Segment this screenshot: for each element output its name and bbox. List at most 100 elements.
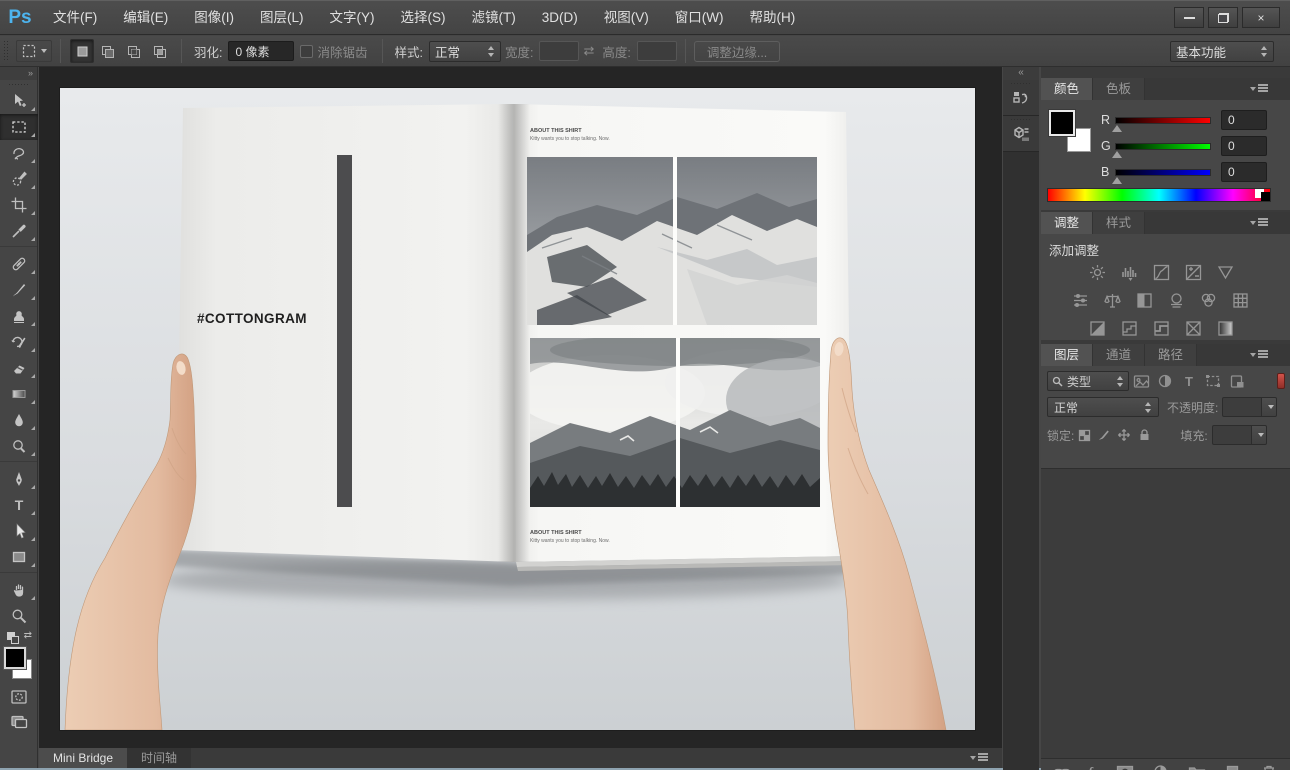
tab-mini-bridge[interactable]: Mini Bridge bbox=[39, 748, 127, 768]
history-brush-tool[interactable] bbox=[0, 329, 38, 355]
link-layers-button[interactable] bbox=[1052, 763, 1072, 770]
layer-filter-type-select[interactable]: 类型 bbox=[1047, 371, 1129, 391]
toolbar-grip[interactable] bbox=[8, 83, 30, 86]
new-layer-button[interactable] bbox=[1223, 763, 1243, 770]
new-group-button[interactable] bbox=[1187, 763, 1207, 770]
gradient-map-icon[interactable] bbox=[1215, 318, 1236, 339]
eyedropper-tool[interactable] bbox=[0, 218, 38, 244]
smart-object-filter-icon[interactable] bbox=[1227, 372, 1247, 390]
gradient-tool[interactable] bbox=[0, 381, 38, 407]
green-slider[interactable] bbox=[1115, 143, 1211, 150]
close-button[interactable]: × bbox=[1242, 7, 1280, 28]
dock-collapse-button[interactable]: « bbox=[1003, 67, 1039, 80]
shape-layer-filter-icon[interactable] bbox=[1203, 372, 1223, 390]
fill-input[interactable] bbox=[1212, 425, 1252, 445]
lock-all-icon[interactable] bbox=[1136, 427, 1152, 443]
tab-paths[interactable]: 路径 bbox=[1145, 344, 1197, 366]
menu-filter[interactable]: 滤镜(T) bbox=[459, 1, 529, 34]
foreground-color-swatch[interactable] bbox=[1049, 110, 1075, 136]
blue-slider[interactable] bbox=[1115, 169, 1211, 176]
rectangle-tool[interactable] bbox=[0, 544, 38, 570]
swap-colors-mini[interactable]: ⇄ bbox=[0, 629, 38, 645]
blur-tool[interactable] bbox=[0, 407, 38, 433]
lock-transparency-icon[interactable] bbox=[1076, 427, 1092, 443]
swap-dimensions-icon[interactable]: ⇄ bbox=[583, 43, 594, 59]
screen-mode-button[interactable] bbox=[0, 709, 38, 735]
adjustments-panel-menu-icon[interactable] bbox=[1250, 217, 1268, 229]
fill-dropdown-button[interactable] bbox=[1252, 425, 1267, 445]
layers-list[interactable] bbox=[1041, 468, 1290, 758]
menu-view[interactable]: 视图(V) bbox=[591, 1, 662, 34]
opacity-dropdown-button[interactable] bbox=[1262, 397, 1277, 417]
menu-layer[interactable]: 图层(L) bbox=[247, 1, 317, 34]
blue-slider-thumb[interactable] bbox=[1112, 177, 1122, 184]
eraser-tool[interactable] bbox=[0, 355, 38, 381]
levels-icon[interactable] bbox=[1119, 262, 1140, 283]
zoom-tool[interactable] bbox=[0, 603, 38, 629]
foreground-color-swatch[interactable] bbox=[4, 647, 26, 669]
color-panel-swatches[interactable] bbox=[1049, 110, 1095, 156]
pixel-layer-filter-icon[interactable] bbox=[1131, 372, 1151, 390]
layer-filter-toggle[interactable] bbox=[1277, 373, 1285, 389]
workspace-select[interactable]: 基本功能 bbox=[1170, 41, 1274, 62]
tab-swatches[interactable]: 色板 bbox=[1093, 78, 1145, 100]
antialias-checkbox[interactable] bbox=[300, 45, 313, 58]
move-tool[interactable] bbox=[0, 88, 38, 114]
exposure-icon[interactable] bbox=[1183, 262, 1204, 283]
channel-mixer-icon[interactable] bbox=[1198, 290, 1219, 311]
minimize-button[interactable] bbox=[1174, 7, 1204, 28]
brightness-contrast-icon[interactable] bbox=[1087, 262, 1108, 283]
menu-3d[interactable]: 3D(D) bbox=[529, 1, 591, 34]
black-white-icon[interactable] bbox=[1134, 290, 1155, 311]
green-slider-thumb[interactable] bbox=[1112, 151, 1122, 158]
opacity-combo[interactable] bbox=[1222, 397, 1277, 417]
curves-icon[interactable] bbox=[1151, 262, 1172, 283]
color-balance-icon[interactable] bbox=[1102, 290, 1123, 311]
width-input[interactable] bbox=[539, 41, 579, 61]
height-input[interactable] bbox=[637, 41, 677, 61]
black-quick-swatch[interactable] bbox=[1261, 192, 1270, 201]
fill-combo[interactable] bbox=[1212, 425, 1267, 445]
menu-file[interactable]: 文件(F) bbox=[40, 1, 110, 34]
adjustment-layer-filter-icon[interactable] bbox=[1155, 372, 1175, 390]
tab-styles[interactable]: 样式 bbox=[1093, 212, 1145, 234]
properties-panel-button[interactable] bbox=[1003, 116, 1039, 152]
opacity-input[interactable] bbox=[1222, 397, 1262, 417]
toolbar-collapse-button[interactable]: » bbox=[0, 67, 37, 80]
add-selection-mode-button[interactable] bbox=[96, 39, 120, 63]
foreground-background-colors[interactable] bbox=[0, 645, 38, 685]
lock-position-icon[interactable] bbox=[1116, 427, 1132, 443]
spot-healing-brush-tool[interactable] bbox=[0, 251, 38, 277]
restore-button[interactable] bbox=[1208, 7, 1238, 28]
quick-selection-tool[interactable] bbox=[0, 166, 38, 192]
document-canvas[interactable]: #COTTONGRAM ABOUT THIS SHIRT Kitty wants… bbox=[60, 88, 975, 730]
lock-pixels-icon[interactable] bbox=[1096, 427, 1112, 443]
menu-window[interactable]: 窗口(W) bbox=[662, 1, 737, 34]
photo-filter-icon[interactable] bbox=[1166, 290, 1187, 311]
delete-layer-button[interactable] bbox=[1259, 763, 1279, 770]
type-tool[interactable]: T bbox=[0, 492, 38, 518]
panel-menu-icon[interactable] bbox=[970, 752, 988, 764]
subtract-selection-mode-button[interactable] bbox=[122, 39, 146, 63]
blend-mode-select[interactable]: 正常 bbox=[1047, 397, 1159, 417]
feather-input[interactable] bbox=[228, 41, 294, 61]
pen-tool[interactable] bbox=[0, 466, 38, 492]
red-slider-thumb[interactable] bbox=[1112, 125, 1122, 132]
crop-tool[interactable] bbox=[0, 192, 38, 218]
menu-image[interactable]: 图像(I) bbox=[181, 1, 247, 34]
posterize-icon[interactable] bbox=[1119, 318, 1140, 339]
color-panel-menu-icon[interactable] bbox=[1250, 83, 1268, 95]
tab-channels[interactable]: 通道 bbox=[1093, 344, 1145, 366]
blue-value-input[interactable]: 0 bbox=[1221, 162, 1267, 182]
tool-preset-picker[interactable] bbox=[16, 40, 52, 62]
new-adjustment-layer-button[interactable] bbox=[1151, 763, 1171, 770]
selective-color-icon[interactable] bbox=[1183, 318, 1204, 339]
menu-edit[interactable]: 编辑(E) bbox=[110, 1, 181, 34]
rectangular-marquee-tool[interactable] bbox=[0, 114, 38, 140]
invert-icon[interactable] bbox=[1087, 318, 1108, 339]
menu-select[interactable]: 选择(S) bbox=[388, 1, 459, 34]
options-bar-grip[interactable] bbox=[3, 40, 10, 62]
brush-tool[interactable] bbox=[0, 277, 38, 303]
vibrance-icon[interactable] bbox=[1215, 262, 1236, 283]
hand-tool[interactable] bbox=[0, 577, 38, 603]
